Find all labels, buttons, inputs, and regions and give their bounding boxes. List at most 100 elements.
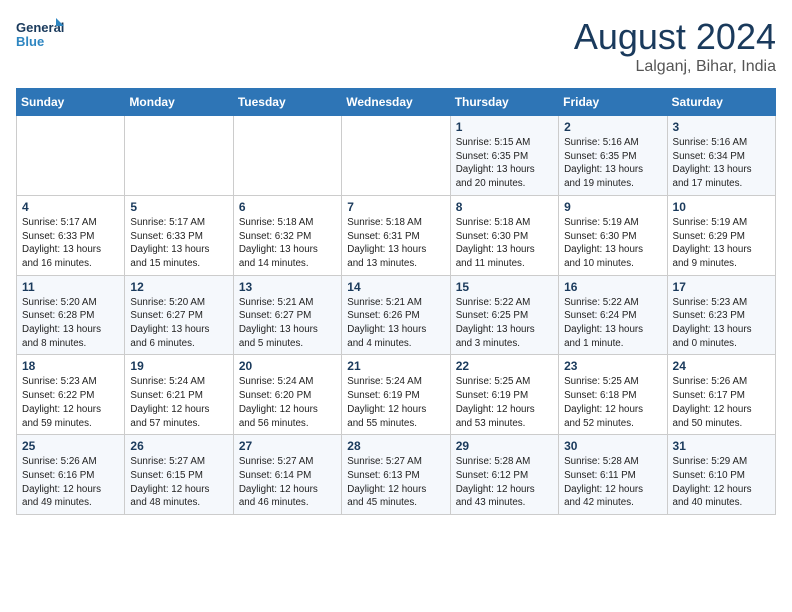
cell-content: Sunrise: 5:18 AMSunset: 6:30 PMDaylight:… bbox=[456, 216, 553, 271]
day-number: 14 bbox=[347, 280, 444, 294]
calendar-cell-week2-day3: 7Sunrise: 5:18 AMSunset: 6:31 PMDaylight… bbox=[342, 195, 450, 275]
calendar-cell-week1-day3 bbox=[342, 116, 450, 196]
cell-content: Sunrise: 5:27 AMSunset: 6:14 PMDaylight:… bbox=[239, 455, 336, 510]
calendar-cell-week5-day2: 27 Sunrise: 5:27 AMSunset: 6:14 PMDayligh… bbox=[233, 435, 341, 515]
calendar-cell-week3-day4: 15 Sunrise: 5:22 AMSunset: 6:25 PMDayligh… bbox=[450, 275, 558, 355]
day-number: 10 bbox=[673, 200, 770, 214]
month-title: August 2024 bbox=[574, 16, 776, 58]
day-number: 6 bbox=[239, 200, 336, 214]
calendar-cell-week4-day4: 22Sunrise: 5:25 AMSunset: 6:19 PMDayligh… bbox=[450, 355, 558, 435]
cell-content: Sunrise: 5:22 AMSunset: 6:24 PMDaylight:… bbox=[564, 296, 661, 351]
title-block: August 2024 Lalganj, Bihar, India bbox=[574, 16, 776, 76]
day-number: 15 bbox=[456, 280, 553, 294]
calendar-table: SundayMondayTuesdayWednesdayThursdayFrid… bbox=[16, 88, 776, 515]
day-number: 31 bbox=[673, 439, 770, 453]
day-number: 24 bbox=[673, 359, 770, 373]
day-number: 1 bbox=[456, 120, 553, 134]
calendar-cell-week2-day2: 6 Sunrise: 5:18 AMSunset: 6:32 PMDaylight… bbox=[233, 195, 341, 275]
weekday-header-tuesday: Tuesday bbox=[233, 89, 341, 116]
calendar-week-5: 25 Sunrise: 5:26 AMSunset: 6:16 PMDayligh… bbox=[17, 435, 776, 515]
cell-content: Sunrise: 5:20 AMSunset: 6:27 PMDaylight:… bbox=[130, 296, 227, 351]
calendar-week-2: 4 Sunrise: 5:17 AMSunset: 6:33 PMDaylight… bbox=[17, 195, 776, 275]
day-number: 20 bbox=[239, 359, 336, 373]
cell-content: Sunrise: 5:25 AMSunset: 6:18 PMDaylight:… bbox=[564, 375, 661, 430]
logo-svg: General Blue bbox=[16, 16, 66, 58]
calendar-cell-week3-day1: 12 Sunrise: 5:20 AMSunset: 6:27 PMDayligh… bbox=[125, 275, 233, 355]
cell-content: Sunrise: 5:18 AMSunset: 6:31 PMDaylight:… bbox=[347, 216, 444, 271]
calendar-cell-week2-day6: 10 Sunrise: 5:19 AMSunset: 6:29 PMDayligh… bbox=[667, 195, 775, 275]
cell-content: Sunrise: 5:21 AMSunset: 6:26 PMDaylight:… bbox=[347, 296, 444, 351]
weekday-header-sunday: Sunday bbox=[17, 89, 125, 116]
calendar-cell-week2-day5: 9Sunrise: 5:19 AMSunset: 6:30 PMDaylight… bbox=[559, 195, 667, 275]
weekday-header-thursday: Thursday bbox=[450, 89, 558, 116]
weekday-header-saturday: Saturday bbox=[667, 89, 775, 116]
day-number: 5 bbox=[130, 200, 227, 214]
calendar-week-4: 18 Sunrise: 5:23 AMSunset: 6:22 PMDayligh… bbox=[17, 355, 776, 435]
cell-content: Sunrise: 5:19 AMSunset: 6:29 PMDaylight:… bbox=[673, 216, 770, 271]
calendar-week-1: 1 Sunrise: 5:15 AMSunset: 6:35 PMDaylight… bbox=[17, 116, 776, 196]
calendar-cell-week3-day3: 14 Sunrise: 5:21 AMSunset: 6:26 PMDayligh… bbox=[342, 275, 450, 355]
cell-content: Sunrise: 5:17 AMSunset: 6:33 PMDaylight:… bbox=[130, 216, 227, 271]
day-number: 28 bbox=[347, 439, 444, 453]
calendar-cell-week3-day6: 17 Sunrise: 5:23 AMSunset: 6:23 PMDayligh… bbox=[667, 275, 775, 355]
location: Lalganj, Bihar, India bbox=[574, 58, 776, 76]
day-number: 29 bbox=[456, 439, 553, 453]
calendar-cell-week1-day5: 2 Sunrise: 5:16 AMSunset: 6:35 PMDaylight… bbox=[559, 116, 667, 196]
day-number: 13 bbox=[239, 280, 336, 294]
day-number: 19 bbox=[130, 359, 227, 373]
calendar-cell-week5-day5: 30Sunrise: 5:28 AMSunset: 6:11 PMDayligh… bbox=[559, 435, 667, 515]
cell-content: Sunrise: 5:21 AMSunset: 6:27 PMDaylight:… bbox=[239, 296, 336, 351]
calendar-cell-week4-day5: 23 Sunrise: 5:25 AMSunset: 6:18 PMDayligh… bbox=[559, 355, 667, 435]
calendar-cell-week5-day6: 31Sunrise: 5:29 AMSunset: 6:10 PMDayligh… bbox=[667, 435, 775, 515]
cell-content: Sunrise: 5:16 AMSunset: 6:35 PMDaylight:… bbox=[564, 136, 661, 191]
day-number: 27 bbox=[239, 439, 336, 453]
calendar-cell-week1-day1 bbox=[125, 116, 233, 196]
day-number: 12 bbox=[130, 280, 227, 294]
weekday-header-monday: Monday bbox=[125, 89, 233, 116]
day-number: 21 bbox=[347, 359, 444, 373]
day-number: 4 bbox=[22, 200, 119, 214]
cell-content: Sunrise: 5:27 AMSunset: 6:13 PMDaylight:… bbox=[347, 455, 444, 510]
calendar-cell-week3-day0: 11 Sunrise: 5:20 AMSunset: 6:28 PMDayligh… bbox=[17, 275, 125, 355]
calendar-cell-week3-day5: 16 Sunrise: 5:22 AMSunset: 6:24 PMDayligh… bbox=[559, 275, 667, 355]
cell-content: Sunrise: 5:16 AMSunset: 6:34 PMDaylight:… bbox=[673, 136, 770, 191]
day-number: 17 bbox=[673, 280, 770, 294]
calendar-cell-week3-day2: 13 Sunrise: 5:21 AMSunset: 6:27 PMDayligh… bbox=[233, 275, 341, 355]
day-number: 2 bbox=[564, 120, 661, 134]
weekday-header-row: SundayMondayTuesdayWednesdayThursdayFrid… bbox=[17, 89, 776, 116]
day-number: 3 bbox=[673, 120, 770, 134]
cell-content: Sunrise: 5:24 AMSunset: 6:20 PMDaylight:… bbox=[239, 375, 336, 430]
weekday-header-friday: Friday bbox=[559, 89, 667, 116]
cell-content: Sunrise: 5:20 AMSunset: 6:28 PMDaylight:… bbox=[22, 296, 119, 351]
calendar-cell-week5-day4: 29 Sunrise: 5:28 AMSunset: 6:12 PMDayligh… bbox=[450, 435, 558, 515]
day-number: 16 bbox=[564, 280, 661, 294]
day-number: 18 bbox=[22, 359, 119, 373]
cell-content: Sunrise: 5:28 AMSunset: 6:12 PMDaylight:… bbox=[456, 455, 553, 510]
weekday-header-wednesday: Wednesday bbox=[342, 89, 450, 116]
day-number: 26 bbox=[130, 439, 227, 453]
cell-content: Sunrise: 5:22 AMSunset: 6:25 PMDaylight:… bbox=[456, 296, 553, 351]
calendar-cell-week4-day6: 24Sunrise: 5:26 AMSunset: 6:17 PMDayligh… bbox=[667, 355, 775, 435]
calendar-cell-week5-day3: 28 Sunrise: 5:27 AMSunset: 6:13 PMDayligh… bbox=[342, 435, 450, 515]
cell-content: Sunrise: 5:23 AMSunset: 6:22 PMDaylight:… bbox=[22, 375, 119, 430]
calendar-cell-week1-day6: 3 Sunrise: 5:16 AMSunset: 6:34 PMDaylight… bbox=[667, 116, 775, 196]
cell-content: Sunrise: 5:26 AMSunset: 6:16 PMDaylight:… bbox=[22, 455, 119, 510]
calendar-cell-week4-day3: 21Sunrise: 5:24 AMSunset: 6:19 PMDayligh… bbox=[342, 355, 450, 435]
cell-content: Sunrise: 5:18 AMSunset: 6:32 PMDaylight:… bbox=[239, 216, 336, 271]
calendar-cell-week4-day0: 18 Sunrise: 5:23 AMSunset: 6:22 PMDayligh… bbox=[17, 355, 125, 435]
cell-content: Sunrise: 5:23 AMSunset: 6:23 PMDaylight:… bbox=[673, 296, 770, 351]
page-header: General Blue August 2024 Lalganj, Bihar,… bbox=[16, 16, 776, 76]
day-number: 9 bbox=[564, 200, 661, 214]
svg-text:Blue: Blue bbox=[16, 34, 44, 49]
day-number: 8 bbox=[456, 200, 553, 214]
calendar-cell-week1-day0 bbox=[17, 116, 125, 196]
cell-content: Sunrise: 5:17 AMSunset: 6:33 PMDaylight:… bbox=[22, 216, 119, 271]
calendar-cell-week2-day4: 8 Sunrise: 5:18 AMSunset: 6:30 PMDaylight… bbox=[450, 195, 558, 275]
cell-content: Sunrise: 5:24 AMSunset: 6:21 PMDaylight:… bbox=[130, 375, 227, 430]
day-number: 11 bbox=[22, 280, 119, 294]
day-number: 25 bbox=[22, 439, 119, 453]
day-number: 23 bbox=[564, 359, 661, 373]
calendar-cell-week2-day0: 4 Sunrise: 5:17 AMSunset: 6:33 PMDaylight… bbox=[17, 195, 125, 275]
calendar-cell-week1-day2 bbox=[233, 116, 341, 196]
cell-content: Sunrise: 5:15 AMSunset: 6:35 PMDaylight:… bbox=[456, 136, 553, 191]
